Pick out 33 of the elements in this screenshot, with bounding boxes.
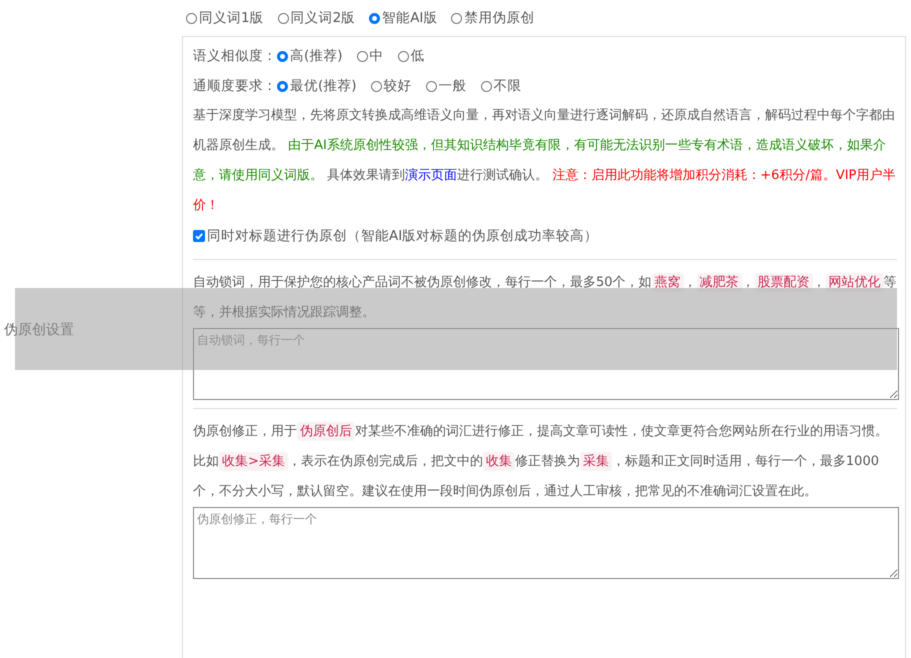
checkbox[interactable] [193, 230, 205, 242]
radio-label: 不限 [494, 77, 522, 95]
radio-label: 中 [370, 47, 384, 65]
radio-label: 最优(推荐) [290, 77, 357, 95]
radio-button[interactable] [369, 12, 380, 24]
corrections-description: 伪原创修正，用于 伪原创后 对某些不准确的词汇进行修正，提高文章可读性，使文章更符合您网站所在行业的用语习惯。比如 收集>采集 ，表示在伪原创完成后，把文中的 收集 修正替换为 采集 ，标题和正文同时适用，每行一个，最多1000个，不分大小写，默认留空。建议在使用一段时间伪原创后，通过人工审核，把常见的不准确词汇设置在此。 [193, 421, 889, 501]
radio-button[interactable] [451, 12, 462, 24]
radio-button[interactable] [278, 12, 289, 24]
lock-words-description: 自动锁词，用于保护您的核心产品词不被伪原创修改，每行一个，最多50个，如 燕窝 ， 减肥茶 ， 股票配资 ， 网站优化 等等，并根据实际情况跟踪调整。 [193, 272, 897, 322]
radio-label: 同义词1版 [199, 9, 264, 27]
radio-label: 智能AI版 [382, 9, 438, 27]
radio-button[interactable] [398, 50, 409, 62]
radio-label: 一般 [438, 77, 467, 95]
radio-label: 同义词2版 [290, 9, 356, 27]
radio-button[interactable] [480, 80, 492, 92]
setting-label: 语义相似度： [193, 47, 277, 65]
checkbox-label: 同时对标题进行伪原创（智能AI版对标题的伪原创成功率较高） [207, 227, 598, 245]
radio-button[interactable] [277, 50, 288, 62]
radio-button[interactable] [356, 50, 368, 62]
demo-page-link[interactable]: 演示页面 [405, 168, 458, 183]
setting-label: 通顺度要求： [193, 77, 277, 95]
corrections-field[interactable]: 伪原创修正，每行一个 [193, 507, 899, 579]
section-label: 伪原创设置 [4, 321, 74, 339]
radio-button[interactable] [277, 80, 288, 92]
radio-button[interactable] [370, 80, 382, 92]
radio-button[interactable] [186, 12, 197, 24]
radio-button[interactable] [426, 80, 437, 92]
lock-words-field[interactable]: 自动锁词，每行一个 [193, 328, 899, 400]
radio-label: 禁用伪原创 [464, 9, 534, 27]
ai-description: 基于深度学习模型，先将原文转换成高维语义向量，再对语义向量进行逐词解码，还原成自然语言，解码过程中每个字都由机器原创生成。 由于AI系统原创性较强，但其知识结构毕竟有限，有可能无法识别一些专有术语，造成语义破坏，如果介意，请使用同义词版。 具体效果请到演示页面进行测试确认。 注意：启用此功能将增加积分消耗：+6积分/篇。VIP用户半价！ [193, 107, 896, 215]
radio-label: 高(推荐) [290, 47, 343, 65]
radio-label: 较好 [384, 77, 412, 95]
radio-label: 低 [410, 47, 425, 65]
